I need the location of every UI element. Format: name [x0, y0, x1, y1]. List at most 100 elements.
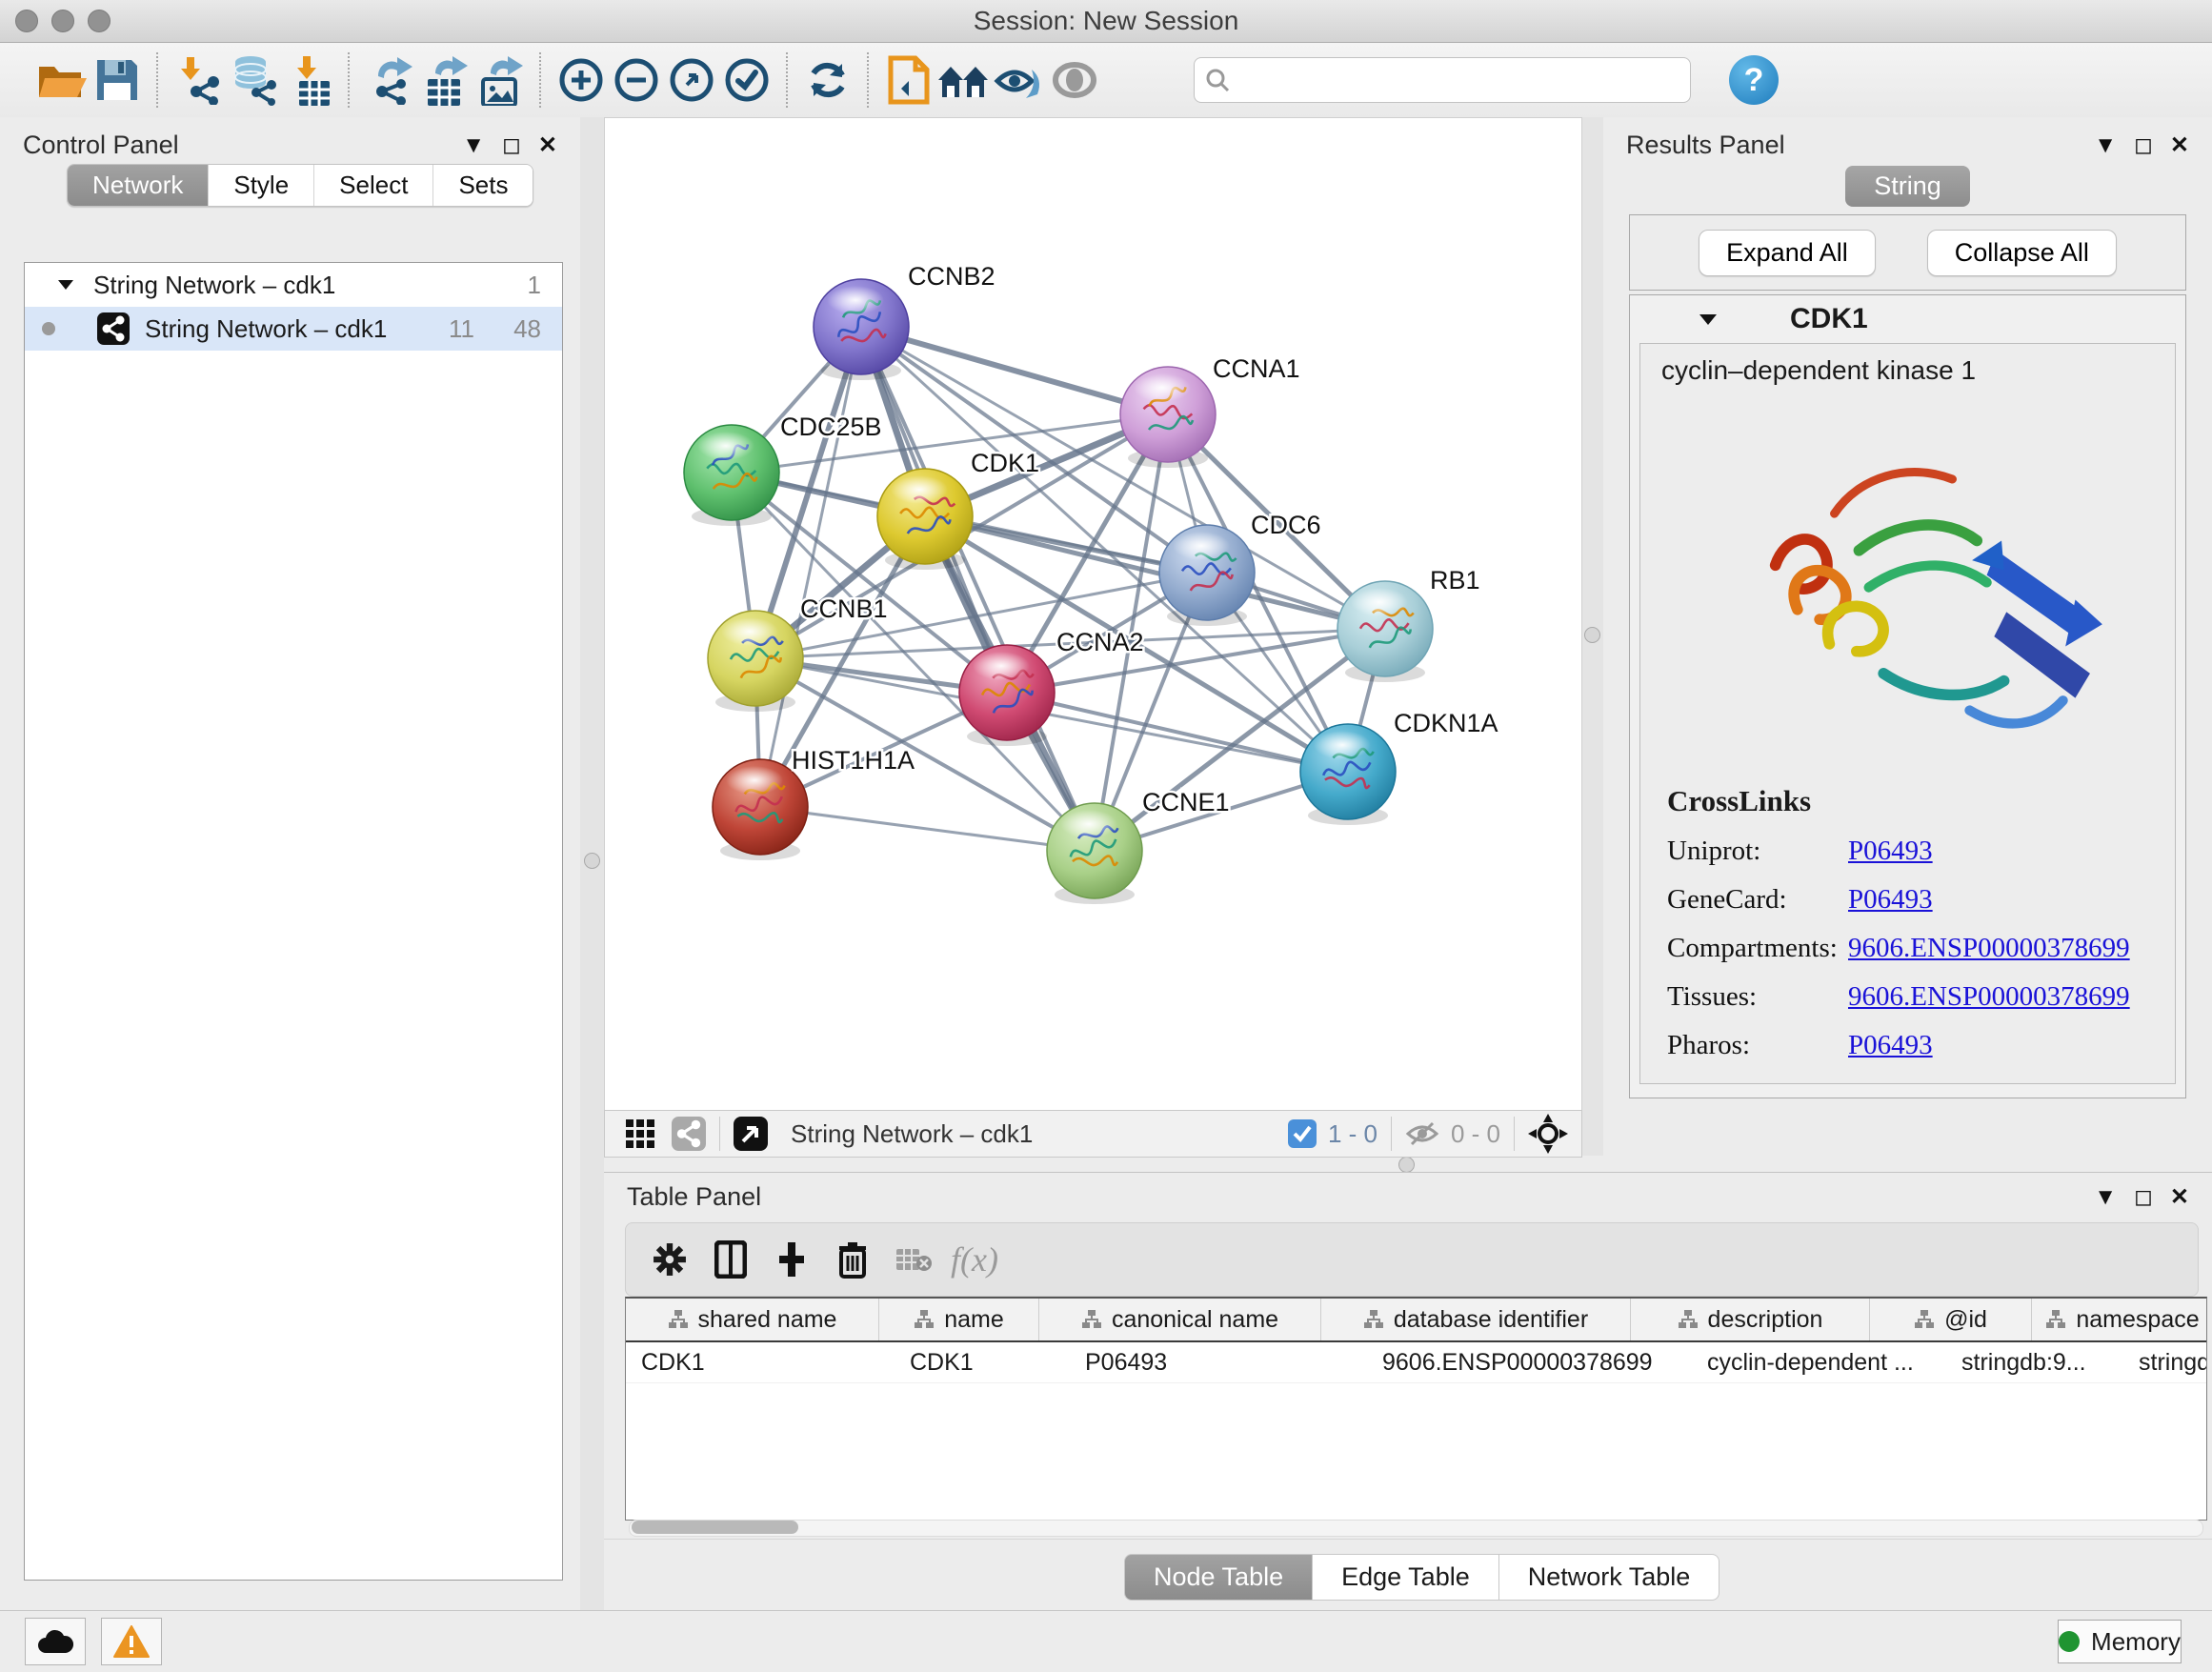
column-type-icon — [1081, 1309, 1102, 1330]
network-edge[interactable] — [760, 327, 861, 807]
network-tree-root-row[interactable]: String Network – cdk1 1 — [25, 263, 562, 307]
detach-view-icon[interactable] — [734, 1117, 768, 1151]
tab-network-table[interactable]: Network Table — [1499, 1554, 1720, 1601]
current-network-dot-icon — [42, 322, 55, 335]
zoom-in-button[interactable] — [553, 52, 609, 108]
disclosure-triangle-icon[interactable] — [57, 278, 74, 292]
column-header-sharedname[interactable]: shared name — [626, 1299, 879, 1340]
node-label: CDK1 — [971, 449, 1039, 477]
edge-count: 48 — [474, 314, 541, 344]
panel-menu-icon[interactable]: ▼ — [2094, 1184, 2117, 1211]
import-network-file-button[interactable] — [171, 52, 226, 108]
apply-layout-button[interactable] — [800, 52, 855, 108]
network-tree-item[interactable]: String Network – cdk1 11 48 — [25, 307, 562, 351]
node-label: CCNB1 — [800, 594, 888, 623]
tab-select[interactable]: Select — [313, 165, 432, 206]
grid-view-icon[interactable] — [624, 1118, 656, 1150]
table-cell[interactable]: stringdb — [2123, 1342, 2207, 1382]
export-network-button[interactable] — [362, 52, 417, 108]
network-node-rb1[interactable]: RB1 — [1337, 566, 1480, 682]
panel-splitter-right[interactable] — [1580, 117, 1603, 1156]
table-cell[interactable]: cyclin-dependent ... — [1692, 1342, 1946, 1382]
panel-close-icon[interactable]: ✕ — [2170, 131, 2189, 159]
network-node-hist1h1a[interactable]: HIST1H1A — [713, 746, 915, 860]
tab-network[interactable]: Network — [68, 165, 208, 206]
column-header-namespace[interactable]: namespace — [2032, 1299, 2207, 1340]
search-input[interactable] — [1231, 65, 1654, 96]
column-header-databaseidentifier[interactable]: database identifier — [1321, 1299, 1631, 1340]
entry-disclosure-icon[interactable] — [1699, 312, 1718, 327]
zoom-selected-button[interactable] — [719, 52, 774, 108]
column-header-id[interactable]: @id — [1870, 1299, 2032, 1340]
zoom-fit-button[interactable] — [664, 52, 719, 108]
crosslink-link[interactable]: P06493 — [1848, 836, 1933, 867]
crosslink-link[interactable]: 9606.ENSP00000378699 — [1848, 981, 2130, 1013]
panel-float-icon[interactable]: ◻ — [2134, 1183, 2153, 1211]
network-node-cdk1[interactable]: CDK1 — [877, 449, 1039, 570]
panel-menu-icon[interactable]: ▼ — [462, 132, 485, 159]
panel-float-icon[interactable]: ◻ — [2134, 131, 2153, 159]
show-columns-button[interactable] — [700, 1240, 761, 1279]
panel-splitter-bottom[interactable] — [604, 1156, 2212, 1172]
network-node-ccna1[interactable]: CCNA1 — [1120, 354, 1300, 468]
table-header-row: shared namenamecanonical namedatabase id… — [626, 1299, 2206, 1342]
column-header-name[interactable]: name — [879, 1299, 1039, 1340]
scrollbar-thumb[interactable] — [632, 1521, 798, 1534]
network-view-icon[interactable] — [672, 1117, 706, 1151]
export-table-button[interactable] — [417, 52, 473, 108]
network-node-cdc25b[interactable]: CDC25B — [684, 413, 882, 526]
toolbar-separator — [348, 52, 351, 108]
network-graph[interactable]: CCNB2CCNA1CDC25BCDK1CDC6RB1CCNB1CCNA2CDK… — [605, 118, 1579, 1109]
network-edge[interactable] — [1007, 693, 1348, 772]
table-row[interactable]: CDK1CDK1P064939606.ENSP00000378699cyclin… — [626, 1342, 2206, 1383]
warnings-button[interactable] — [101, 1618, 162, 1665]
import-network-database-button[interactable] — [226, 52, 281, 108]
tab-edge-table[interactable]: Edge Table — [1313, 1554, 1499, 1601]
table-cell[interactable]: CDK1 — [626, 1342, 895, 1382]
horizontal-scrollbar[interactable] — [629, 1520, 2203, 1537]
network-edge[interactable] — [760, 807, 1095, 851]
panel-close-icon[interactable]: ✕ — [2170, 1183, 2189, 1211]
cloud-button[interactable] — [25, 1618, 86, 1665]
table-cell[interactable]: 9606.ENSP00000378699 — [1367, 1342, 1692, 1382]
tab-style[interactable]: Style — [208, 165, 313, 206]
column-header-description[interactable]: description — [1631, 1299, 1870, 1340]
table-settings-button[interactable] — [639, 1242, 700, 1277]
table-cell[interactable]: stringdb:9... — [1946, 1342, 2123, 1382]
memory-button[interactable]: Memory — [2058, 1620, 2182, 1663]
panel-splitter-left[interactable] — [580, 117, 604, 1610]
crosslink-link[interactable]: P06493 — [1848, 884, 1933, 916]
import-table-file-button[interactable] — [281, 52, 336, 108]
collapse-all-button[interactable]: Collapse All — [1927, 230, 2117, 276]
panel-close-icon[interactable]: ✕ — [538, 131, 557, 159]
table-cell[interactable]: CDK1 — [895, 1342, 1070, 1382]
column-header-canonicalname[interactable]: canonical name — [1039, 1299, 1321, 1340]
open-session-button[interactable] — [34, 52, 90, 108]
tab-string[interactable]: String — [1845, 166, 1970, 207]
delete-table-button — [883, 1245, 944, 1274]
crosslink-link[interactable]: 9606.ENSP00000378699 — [1848, 933, 2130, 964]
panel-menu-icon[interactable]: ▼ — [2094, 132, 2117, 159]
network-view-canvas[interactable]: CCNB2CCNA1CDC25BCDK1CDC6RB1CCNB1CCNA2CDK… — [604, 117, 1582, 1112]
add-column-button[interactable] — [761, 1240, 822, 1279]
hide-selected-button[interactable] — [992, 52, 1047, 108]
panel-float-icon[interactable]: ◻ — [502, 131, 521, 159]
network-node-ccnb2[interactable]: CCNB2 — [814, 262, 995, 380]
first-neighbors-button[interactable] — [936, 52, 992, 108]
zoom-out-button[interactable] — [609, 52, 664, 108]
delete-column-button[interactable] — [822, 1240, 883, 1279]
expand-all-button[interactable]: Expand All — [1699, 230, 1876, 276]
tab-sets[interactable]: Sets — [432, 165, 533, 206]
crosslink-link[interactable]: P06493 — [1848, 1030, 1933, 1061]
table-body: CDK1CDK1P064939606.ENSP00000378699cyclin… — [626, 1342, 2206, 1383]
show-graphics-details-button[interactable] — [1047, 52, 1102, 108]
selected-checkbox-icon[interactable] — [1288, 1119, 1317, 1148]
birdseye-navigator-icon[interactable] — [1528, 1114, 1568, 1154]
export-image-button[interactable] — [473, 52, 528, 108]
table-cell[interactable]: P06493 — [1070, 1342, 1367, 1382]
tab-node-table[interactable]: Node Table — [1124, 1554, 1313, 1601]
network-node-cdkn1a[interactable]: CDKN1A — [1300, 709, 1498, 825]
help-button[interactable]: ? — [1729, 55, 1779, 105]
save-session-button[interactable] — [90, 52, 145, 108]
paste-annotation-button[interactable] — [881, 52, 936, 108]
